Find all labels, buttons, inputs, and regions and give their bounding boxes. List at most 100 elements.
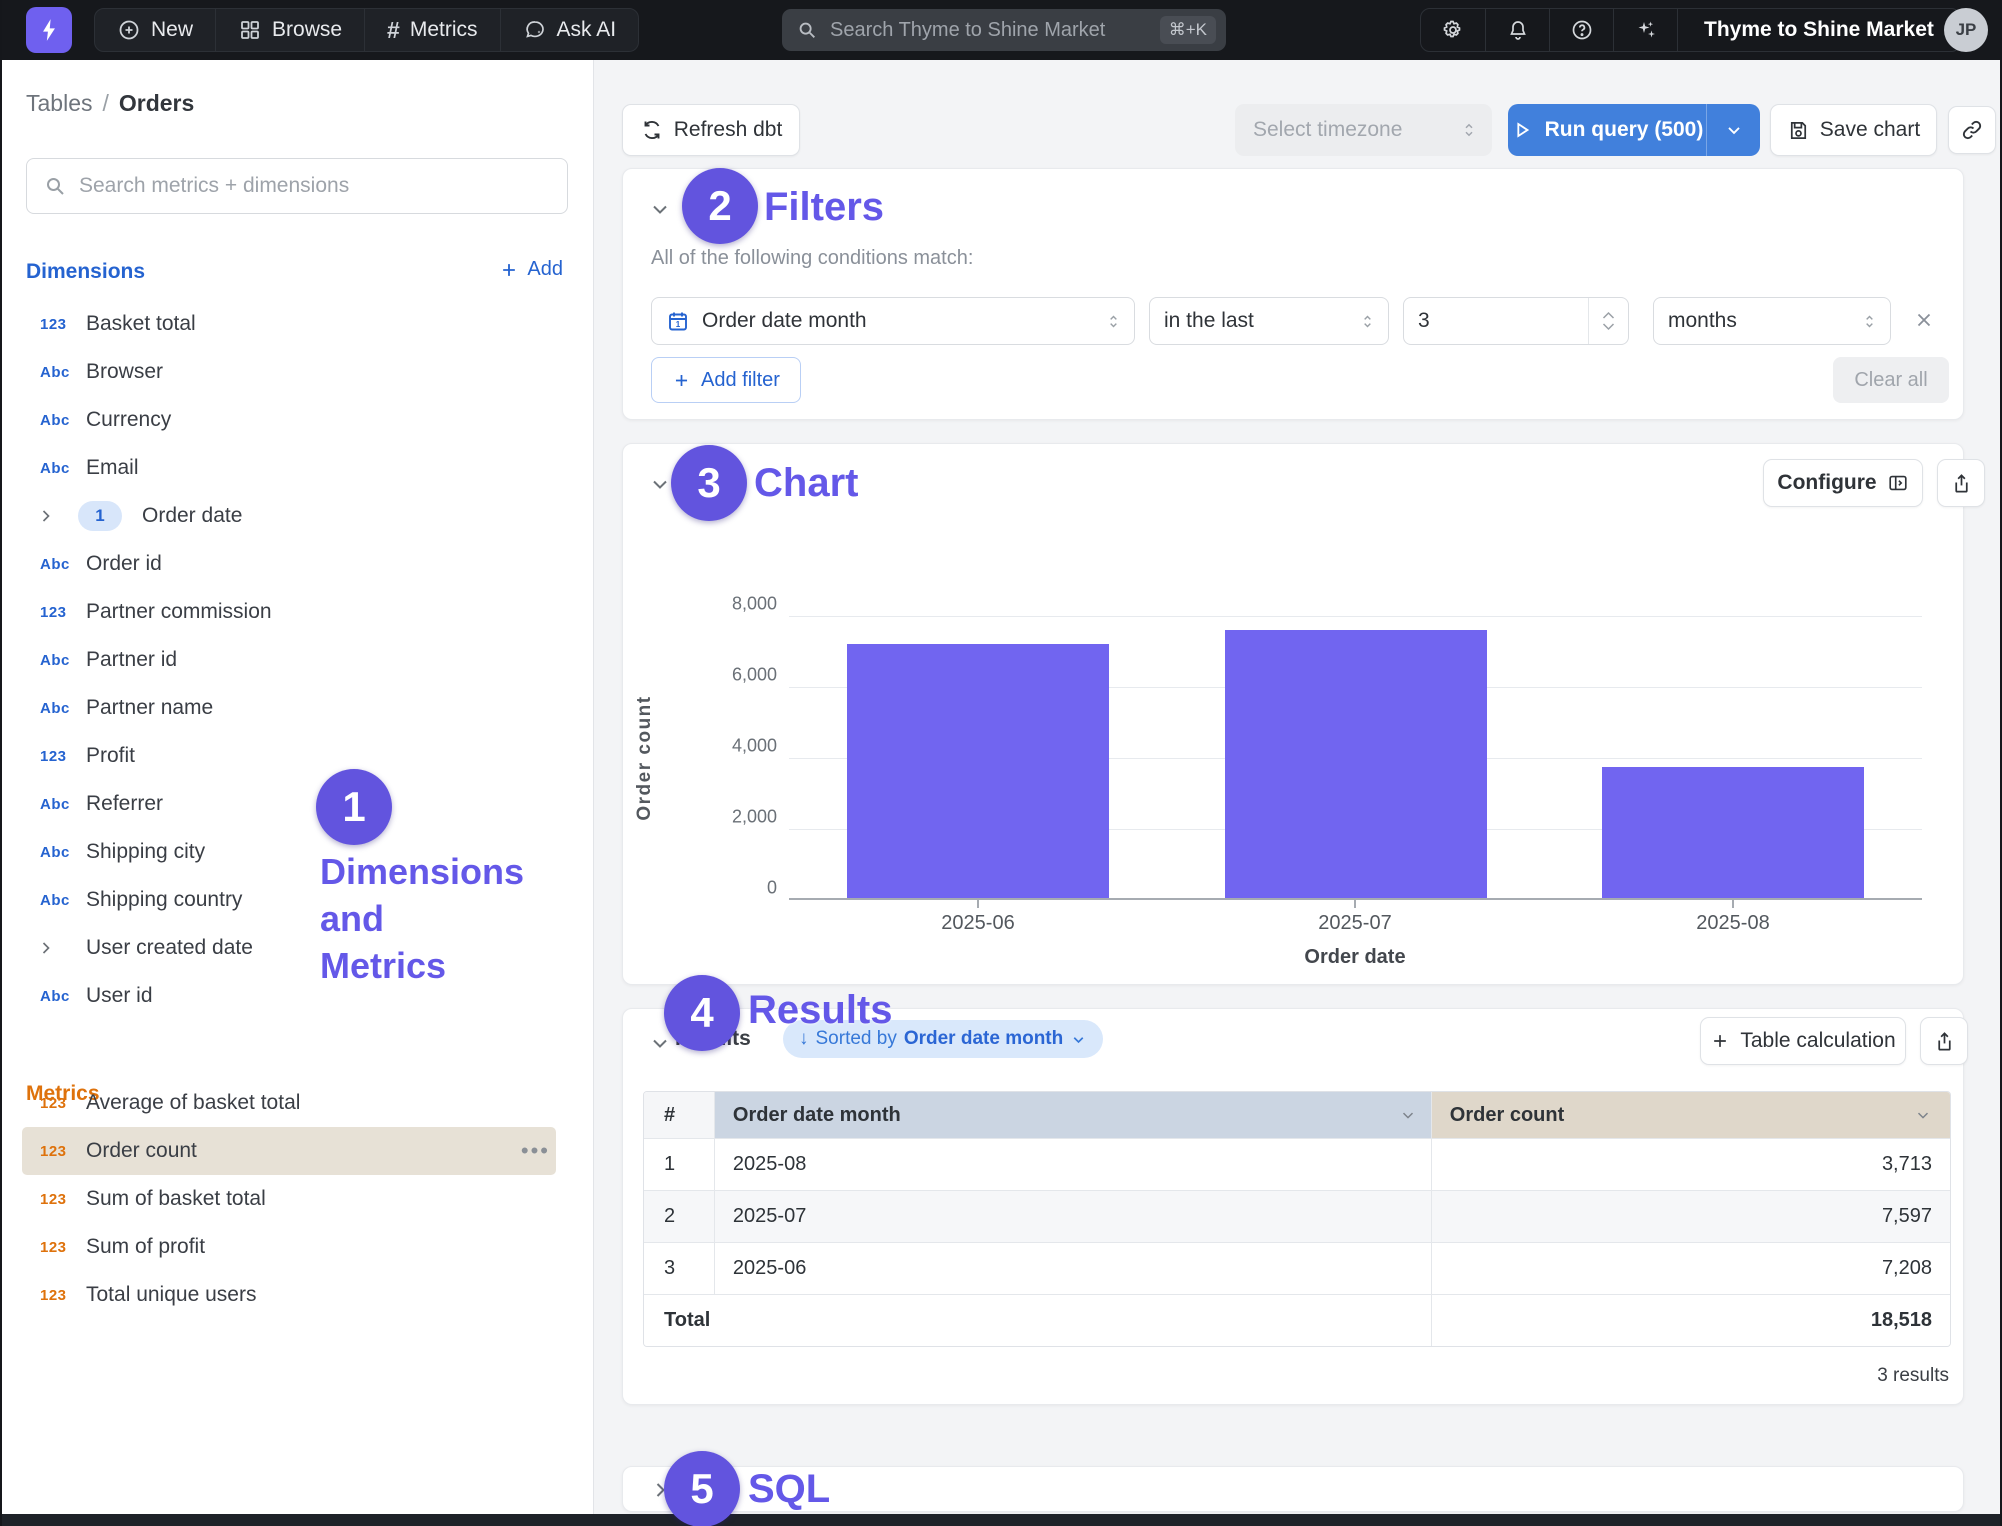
bar-2025-08[interactable] [1602, 767, 1864, 898]
collapse-filters-chevron[interactable] [648, 197, 672, 221]
chevron-down-icon [1070, 1031, 1087, 1048]
filter-field-select[interactable]: 1 Order date month [651, 297, 1135, 345]
link-icon [1960, 118, 1984, 142]
export-chart-button[interactable] [1937, 459, 1985, 507]
calendar-icon: 1 [666, 309, 690, 333]
table-row[interactable]: 2 2025-07 7,597 [644, 1190, 1950, 1242]
dimension-group-order-date[interactable]: 1 Order date [2, 492, 594, 540]
hash-icon: # [387, 17, 400, 44]
chevron-right-icon[interactable] [36, 938, 56, 958]
run-query-dropdown-button[interactable] [1706, 104, 1760, 156]
nav-new-label: New [151, 18, 193, 42]
metric-item[interactable]: 123Total unique users [2, 1271, 594, 1319]
user-avatar[interactable]: JP [1944, 8, 1988, 52]
collapse-chart-chevron[interactable] [648, 472, 672, 496]
results-panel: Results ↓ Sorted by Order date month Tab… [622, 1008, 1964, 1405]
select-updown-icon [1861, 313, 1878, 330]
table-row[interactable]: 1 2025-08 3,713 [644, 1138, 1950, 1190]
nav-browse-button[interactable]: Browse [215, 9, 364, 51]
metric-item-selected[interactable]: 123 Order count ••• [2, 1127, 594, 1175]
close-icon [1913, 309, 1935, 331]
lightning-bolt-icon [36, 17, 62, 43]
help-icon [1570, 18, 1594, 42]
bar-2025-07[interactable] [1225, 630, 1487, 898]
top-navbar: New Browse # Metrics Ask AI Search Thyme… [2, 0, 2000, 60]
chevron-right-icon[interactable] [36, 506, 56, 526]
count-column-header[interactable]: Order count [1431, 1092, 1950, 1138]
dimension-item[interactable]: AbcPartner id [2, 636, 594, 684]
dimension-item[interactable]: 123Partner commission [2, 588, 594, 636]
filter-value-input[interactable]: 3 [1403, 297, 1629, 345]
settings-button[interactable] [1421, 9, 1485, 51]
breadcrumb-tables-link[interactable]: Tables [26, 90, 92, 116]
filter-operator-select[interactable]: in the last [1149, 297, 1389, 345]
configure-chart-button[interactable]: Configure [1763, 459, 1923, 507]
string-type-icon: Abc [40, 700, 80, 717]
select-updown-icon [1460, 121, 1478, 139]
dimension-item[interactable]: AbcOrder id [2, 540, 594, 588]
results-count: 3 results [1877, 1365, 1949, 1387]
metric-item[interactable]: 123Average of basket total [2, 1079, 594, 1127]
clear-all-filters-button[interactable]: Clear all [1833, 357, 1949, 403]
string-type-icon: Abc [40, 364, 80, 381]
timezone-select[interactable]: Select timezone [1235, 104, 1492, 156]
remove-filter-button[interactable] [1913, 309, 1935, 336]
grid-icon [238, 18, 262, 42]
navbar-right-group: Thyme to Shine Market [1420, 8, 1961, 52]
share-link-button[interactable] [1948, 106, 1996, 154]
run-query-button[interactable]: Run query (500) [1508, 104, 1760, 156]
nav-ask-ai-button[interactable]: Ask AI [500, 9, 639, 51]
string-type-icon: Abc [40, 652, 80, 669]
metric-item[interactable]: 123Sum of profit [2, 1223, 594, 1271]
dimension-item[interactable]: AbcReferrer [2, 780, 594, 828]
filter-unit-select[interactable]: months [1653, 297, 1891, 345]
app-window: New Browse # Metrics Ask AI Search Thyme… [0, 0, 2002, 1526]
chevron-down-icon[interactable] [1399, 1106, 1417, 1124]
nav-browse-label: Browse [272, 18, 342, 42]
annotation-circle-3: 3 [671, 445, 747, 521]
add-dimension-button[interactable]: Add [499, 258, 563, 281]
index-column-header: # [644, 1092, 714, 1138]
metric-item[interactable]: 123Sum of basket total [2, 1175, 594, 1223]
collapse-results-chevron[interactable] [648, 1031, 672, 1055]
global-search-input[interactable]: Search Thyme to Shine Market ⌘+K [782, 9, 1226, 51]
dimension-item[interactable]: 123Basket total [2, 300, 594, 348]
string-type-icon: Abc [40, 796, 80, 813]
fields-search-input[interactable]: Search metrics + dimensions [26, 158, 568, 214]
add-filter-button[interactable]: Add filter [651, 357, 801, 403]
export-results-button[interactable] [1920, 1017, 1968, 1065]
total-value: 18,518 [1431, 1295, 1950, 1346]
dimension-item[interactable]: AbcPartner name [2, 684, 594, 732]
notifications-button[interactable] [1485, 9, 1549, 51]
number-type-icon: 123 [40, 748, 80, 765]
share-icon [1933, 1030, 1956, 1053]
app-logo[interactable] [26, 7, 72, 53]
dimension-item[interactable]: 123Profit [2, 732, 594, 780]
org-name[interactable]: Thyme to Shine Market [1677, 9, 1960, 51]
help-button[interactable] [1549, 9, 1613, 51]
total-label: Total [644, 1295, 1431, 1346]
nav-metrics-button[interactable]: # Metrics [364, 9, 499, 51]
annotation-circle-5: 5 [664, 1451, 740, 1526]
number-type-icon: 123 [40, 1287, 80, 1304]
ai-sparkles-button[interactable] [1613, 9, 1677, 51]
refresh-dbt-button[interactable]: Refresh dbt [622, 104, 800, 156]
chevron-down-icon [1601, 321, 1616, 332]
nav-metrics-label: Metrics [410, 18, 478, 42]
table-row[interactable]: 3 2025-06 7,208 [644, 1242, 1950, 1294]
table-calculation-button[interactable]: Table calculation [1700, 1017, 1906, 1065]
table-header-row: # Order date month Order count [644, 1092, 1950, 1138]
chevron-down-icon[interactable] [1914, 1106, 1932, 1124]
annotation-label-5: SQL [748, 1467, 830, 1512]
global-search-placeholder: Search Thyme to Shine Market [830, 19, 1148, 42]
bar-2025-06[interactable] [847, 644, 1109, 898]
shortcut-badge: ⌘+K [1160, 16, 1216, 44]
value-stepper[interactable] [1588, 298, 1628, 344]
nav-new-button[interactable]: New [95, 9, 215, 51]
annotation-circle-2: 2 [682, 168, 758, 244]
date-column-header[interactable]: Order date month [714, 1092, 1431, 1138]
dimension-item[interactable]: AbcCurrency [2, 396, 594, 444]
dimension-item[interactable]: AbcEmail [2, 444, 594, 492]
dimension-item[interactable]: AbcBrowser [2, 348, 594, 396]
save-chart-button[interactable]: Save chart [1770, 104, 1937, 156]
